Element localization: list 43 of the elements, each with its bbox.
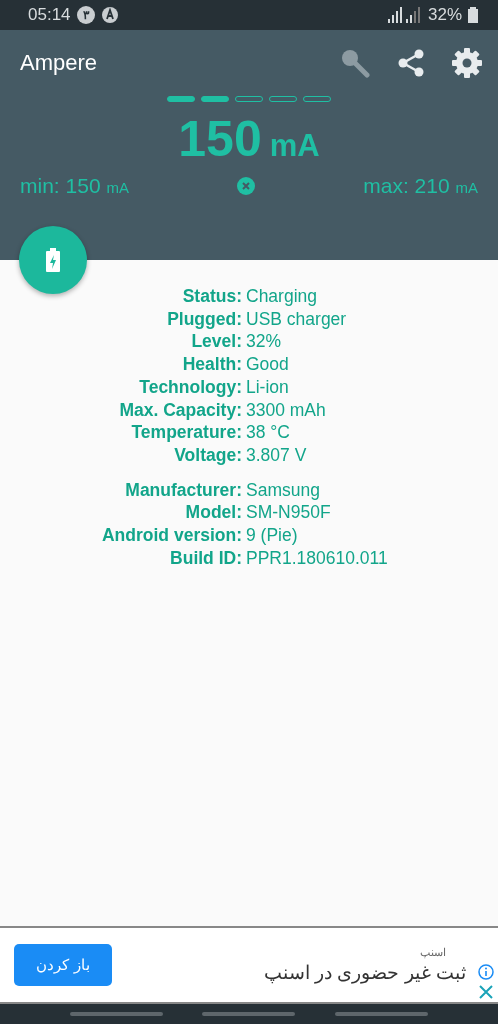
info-label: Temperature: [130,421,243,444]
charging-battery-icon [46,248,60,272]
current-unit: mA [269,128,320,164]
info-value: PPR1.180610.011 [246,546,389,570]
info-value: USB charger [246,307,348,331]
info-value: Good [246,353,290,376]
ad-advertiser: اسنپ [420,946,447,959]
info-value: SM-N950F [246,501,332,525]
settings-icon[interactable] [450,46,484,80]
info-label: Technology: [138,375,243,399]
notification-badge: ۳ [76,6,95,24]
close-icon[interactable] [478,984,494,1000]
info-value: Li-ion [246,375,290,399]
reset-icon[interactable] [237,177,256,195]
info-label: Build ID: [169,546,243,570]
info-value: 3300 mAh [246,398,327,422]
info-label: Plugged: [166,307,243,331]
info-value: Samsung [246,478,321,502]
info-label: Level: [190,330,243,354]
battery-icon [468,7,478,23]
app-title: Ampere [20,50,99,76]
status-time: 05:14 [28,5,71,25]
info-value: 32% [246,330,283,354]
info-icon[interactable] [478,964,494,980]
info-label: Voltage: [173,443,243,467]
signal-icon [387,7,422,23]
battery-percentage: 32% [427,5,462,25]
min-reading: min: 150 mA [20,174,129,198]
notification-icon [100,6,119,24]
info-value: 3.807 V [246,443,308,467]
max-reading: max: 210 mA [363,174,478,198]
info-value: 9 (Pie) [246,524,299,547]
info-label: Max. Capacity: [118,398,243,422]
current-value: 150 [178,110,262,168]
ad-headline[interactable]: ثبت غیر حضوری در اسنپ [263,961,466,984]
info-value: Charging [246,285,319,308]
info-value: 38 °C [246,421,291,444]
info-label: Model: [184,501,243,525]
info-label: Android version: [101,524,243,547]
battery-fab[interactable] [19,226,87,294]
info-label: Health: [181,353,243,376]
info-label: Manufacturer: [124,478,243,502]
info-label: Status: [181,285,243,308]
